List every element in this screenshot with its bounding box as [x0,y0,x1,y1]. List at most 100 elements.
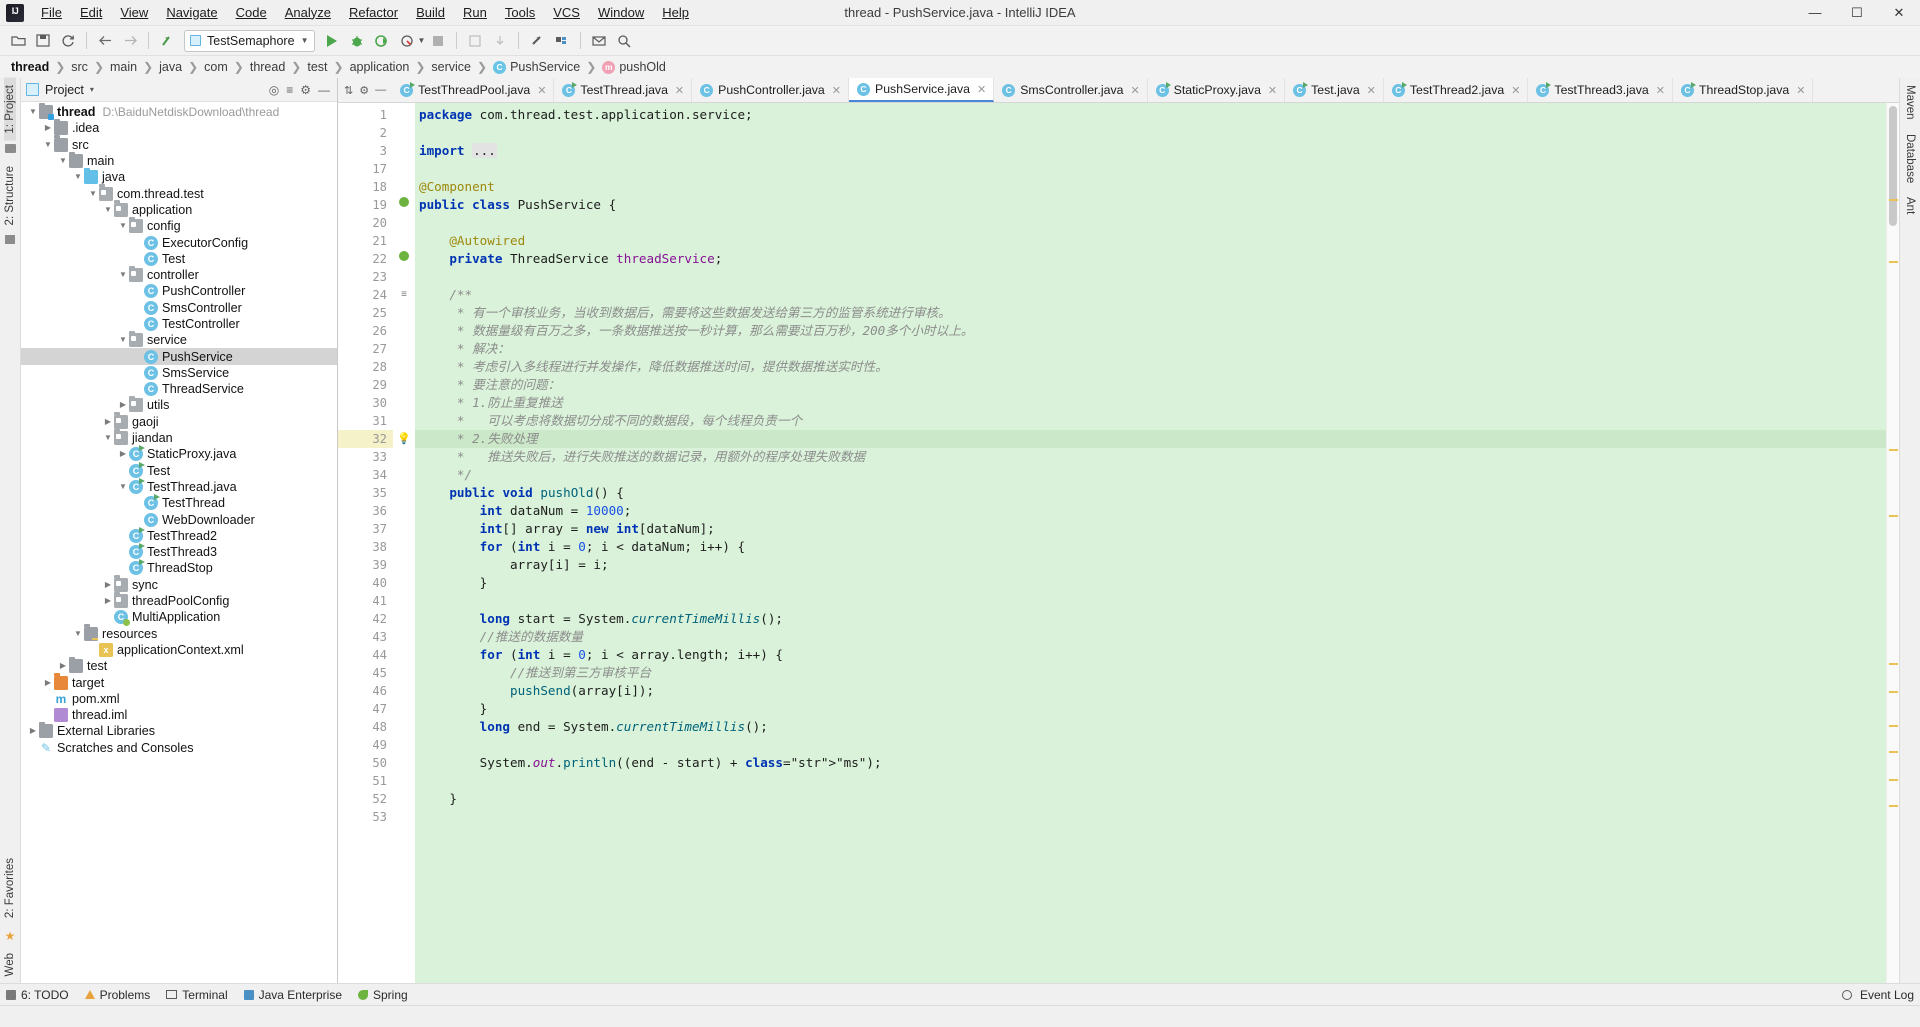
tree-item-application[interactable]: ▼ application [21,200,337,218]
code-line-21[interactable]: @Autowired [415,232,1886,250]
chevron-right-icon[interactable]: ▶ [117,446,129,462]
tree-item-config[interactable]: ▼ config [21,216,337,234]
code-line-53[interactable] [415,808,1886,826]
tree-item-utils[interactable]: ▶ utils [21,395,337,413]
sort-tabs-icon[interactable]: ⇅ [344,84,353,97]
breadcrumb-item-thread-pkg[interactable]: thread [247,60,288,74]
code-line-36[interactable]: int dataNum = 10000; [415,502,1886,520]
code-line-49[interactable] [415,736,1886,754]
code-line-47[interactable]: } [415,700,1886,718]
code-line-1[interactable]: package com.thread.test.application.serv… [415,106,1886,124]
line-number-20[interactable]: 20 [338,214,393,232]
chevron-down-icon[interactable]: ▼ [72,169,84,185]
code-line-42[interactable]: long start = System.currentTimeMillis(); [415,610,1886,628]
line-number-33[interactable]: 33 [338,448,393,466]
editor-gutter-marks[interactable]: ≡ 💡 [393,103,415,983]
tree-item-smscontroller[interactable]: C SmsController [21,300,337,316]
target-icon[interactable]: ◎ [269,83,279,97]
star-icon[interactable]: ★ [5,929,16,943]
tool-button-problems[interactable]: Problems [84,988,150,1002]
tree-item-applicationcontext-xml[interactable]: applicationContext.xml [21,642,337,658]
line-number-50[interactable]: 50 [338,754,393,772]
vcs-update-icon[interactable] [155,29,179,53]
tool-button-ant[interactable]: Ant [1904,190,1916,221]
code-fold-icon[interactable]: ≡ [393,286,415,304]
line-number-44[interactable]: 44 [338,646,393,664]
tree-item-service[interactable]: ▼ service [21,330,337,348]
tool-button-todo[interactable]: 6: TODO [6,988,69,1002]
project-tree[interactable]: ▼ thread D:\BaiduNetdiskDownload\thread ▶ .i… [21,102,337,983]
line-number-28[interactable]: 28 [338,358,393,376]
tree-item-src[interactable]: ▼ src [21,135,337,153]
code-line-35[interactable]: public void pushOld() { [415,484,1886,502]
line-number-27[interactable]: 27 [338,340,393,358]
menu-edit[interactable]: Edit [71,2,111,24]
tree-item-testthread[interactable]: C TestThread [21,494,337,511]
line-number-40[interactable]: 40 [338,574,393,592]
tool-button-structure[interactable]: 2: Structure [4,159,16,232]
chevron-down-icon[interactable]: ▼ [117,267,129,283]
line-number-34[interactable]: 34 [338,466,393,484]
line-number-23[interactable]: 23 [338,268,393,286]
code-line-22[interactable]: private ThreadService threadService; [415,250,1886,268]
line-number-18[interactable]: 18 [338,178,393,196]
breadcrumb-item-test[interactable]: test [304,60,330,74]
stop-icon[interactable] [426,29,450,53]
editor-tab-testthread-java[interactable]: C TestThread.java ✕ [554,78,693,102]
code-line-37[interactable]: int[] array = new int[dataNum]; [415,520,1886,538]
code-line-27[interactable]: * 解决： [415,340,1886,358]
breadcrumb-item-pushservice[interactable]: C PushService [490,60,583,74]
folder-icon[interactable] [4,143,16,156]
editor-tab-pushcontroller-java[interactable]: C PushController.java ✕ [692,78,849,102]
tree-item-com-thread-test[interactable]: ▼ com.thread.test [21,184,337,202]
chevron-right-icon[interactable]: ▶ [117,397,129,413]
event-log-label[interactable]: Event Log [1860,988,1914,1002]
arrow-right-icon[interactable] [118,29,142,53]
line-number-35[interactable]: 35 [338,484,393,502]
editor-tab-pushservice-java[interactable]: C PushService.java ✕ [849,78,995,102]
tree-item-pushservice[interactable]: C PushService [21,348,337,365]
menu-navigate[interactable]: Navigate [157,2,226,24]
code-line-3[interactable]: import ... [415,142,1886,160]
vcs-push-icon[interactable] [488,29,512,53]
chevron-right-icon[interactable]: ▶ [42,120,54,136]
menu-refactor[interactable]: Refactor [340,2,407,24]
tool-button-spring[interactable]: Spring [358,988,408,1002]
code-editor[interactable]: 1 2 3 17 18 19 20 21 22 23 24 25 26 27 28 29 30 31 32 33 34 3… [338,103,1899,983]
line-number-31[interactable]: 31 [338,412,393,430]
menu-analyze[interactable]: Analyze [276,2,340,24]
code-line-17[interactable] [415,160,1886,178]
run-configuration-selector[interactable]: TestSemaphore ▼ [184,29,316,52]
code-line-43[interactable]: //推送的数据数量 [415,628,1886,646]
menu-code[interactable]: Code [227,2,276,24]
tree-item-threadstop[interactable]: C ThreadStop [21,559,337,576]
spring-bean-icon[interactable] [393,196,415,214]
breadcrumb-item-application[interactable]: application [347,60,413,74]
tool-button-database[interactable]: Database [1904,127,1916,190]
editor-tab-testthread2-java[interactable]: C TestThread2.java ✕ [1384,78,1529,102]
tool-button-project[interactable]: 1: Project [4,78,16,141]
code-line-34[interactable]: */ [415,466,1886,484]
tree-item-java[interactable]: ▼ java [21,167,337,185]
code-line-32[interactable]: * 2.失败处理 [415,430,1886,448]
tree-item-pushcontroller[interactable]: C PushController [21,283,337,299]
settings-icon[interactable] [550,29,574,53]
profile-icon[interactable] [395,29,419,53]
chevron-down-icon[interactable]: ▼ [87,186,99,202]
close-icon[interactable]: ✕ [1268,84,1277,97]
tree-item-pom-xml[interactable]: m pom.xml [21,691,337,707]
chevron-down-icon[interactable]: ▼ [117,332,129,348]
close-icon[interactable]: ✕ [1796,84,1805,97]
tree-item-executorconfig[interactable]: C ExecutorConfig [21,234,337,250]
line-number-49[interactable]: 49 [338,736,393,754]
menu-file[interactable]: File [32,2,71,24]
line-number-26[interactable]: 26 [338,322,393,340]
folder-open-icon[interactable] [6,29,30,53]
intention-bulb-icon[interactable]: 💡 [393,430,415,448]
chevron-down-icon[interactable]: ▼ [72,626,84,642]
tree-item-external-libraries[interactable]: ▶ External Libraries [21,721,337,739]
close-button[interactable]: ✕ [1878,0,1920,26]
line-number-19[interactable]: 19 [338,196,393,214]
code-line-44[interactable]: for (int i = 0; i < array.length; i++) { [415,646,1886,664]
close-icon[interactable]: ✕ [1130,84,1139,97]
